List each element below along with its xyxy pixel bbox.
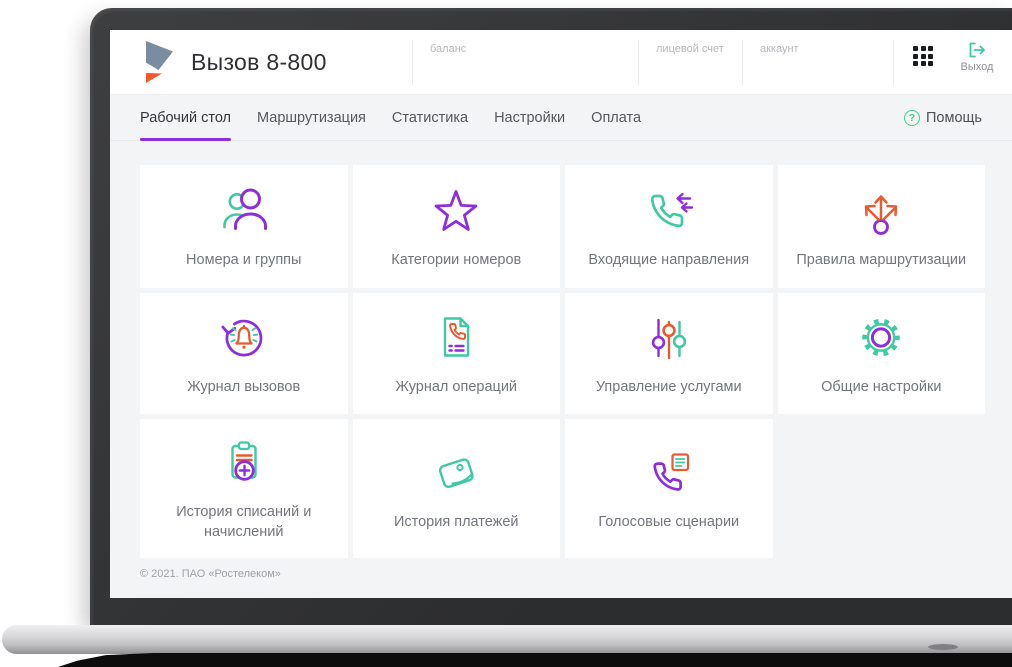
card-general-settings[interactable]: Общие настройки bbox=[777, 293, 985, 414]
clipboard-plus-icon bbox=[231, 441, 257, 482]
tab-statistics[interactable]: Статистика bbox=[392, 95, 468, 140]
empty-grid-cell bbox=[778, 419, 986, 558]
logout-icon bbox=[969, 42, 985, 58]
card-service-management[interactable]: Управление услугами bbox=[565, 293, 773, 414]
tab-desktop[interactable]: Рабочий стол bbox=[140, 95, 232, 141]
card-label: Правила маршрутизации bbox=[796, 252, 967, 269]
launcher-grid: Номера и группы Категории номеров Входящ… bbox=[140, 165, 985, 558]
star-icon bbox=[434, 190, 478, 232]
tab-settings[interactable]: Настройки bbox=[494, 95, 565, 140]
sliders-icon bbox=[651, 319, 686, 360]
card-label: Общие настройки bbox=[821, 379, 942, 396]
logout-button[interactable]: Выход bbox=[948, 42, 1006, 73]
card-label: Категории номеров bbox=[391, 252, 522, 269]
wallet-icon bbox=[439, 458, 474, 489]
card-label: История списаний и начислений bbox=[176, 504, 312, 540]
copyright-text: © 2021. ПАО «Ростелеком» bbox=[140, 568, 281, 580]
desktop-content: Номера и группы Категории номеров Входящ… bbox=[110, 141, 1012, 580]
users-icon bbox=[222, 188, 267, 231]
rostelecom-logo-icon bbox=[146, 41, 173, 83]
card-operations-log[interactable]: Журнал операций bbox=[352, 293, 560, 414]
laptop-notch bbox=[928, 644, 958, 650]
question-circle-icon: ? bbox=[903, 109, 920, 126]
brand: Вызов 8-800 bbox=[140, 40, 327, 84]
personal-account-label: лицевой счет bbox=[656, 43, 724, 55]
routing-arrows-icon bbox=[865, 195, 898, 236]
card-incoming-directions[interactable]: Входящие направления bbox=[565, 165, 773, 288]
tab-routing[interactable]: Маршрутизация bbox=[257, 95, 366, 140]
card-payments-history[interactable]: История платежей bbox=[352, 419, 560, 558]
card-label: Голосовые сценарии bbox=[598, 514, 740, 531]
card-number-categories[interactable]: Категории номеров bbox=[352, 165, 560, 288]
header-divider bbox=[638, 40, 639, 85]
card-debits-history[interactable]: История списаний и начислений bbox=[140, 419, 348, 558]
app-title: Вызов 8-800 bbox=[191, 48, 327, 75]
app-header: Вызов 8-800 баланс лицевой счет аккаунт … bbox=[110, 30, 1012, 95]
card-label: Журнал вызовов bbox=[187, 379, 301, 396]
tab-payment[interactable]: Оплата bbox=[591, 95, 641, 140]
main-tabs: Рабочий стол Маршрутизация Статистика На… bbox=[110, 95, 1012, 141]
help-label: Помощь bbox=[925, 109, 982, 126]
card-label: История платежей bbox=[393, 514, 519, 531]
card-label: Входящие направления bbox=[588, 252, 750, 269]
help-link[interactable]: ? Помощь bbox=[903, 109, 982, 126]
logout-label: Выход bbox=[960, 61, 994, 73]
apps-grid-button[interactable] bbox=[913, 46, 935, 68]
card-numbers-and-groups[interactable]: Номера и группы bbox=[140, 165, 348, 288]
laptop-base bbox=[2, 625, 1012, 654]
card-label: Журнал операций bbox=[395, 379, 518, 396]
balance-label: баланс bbox=[430, 43, 467, 55]
app-window: Вызов 8-800 баланс лицевой счет аккаунт … bbox=[110, 30, 1012, 598]
header-divider bbox=[412, 40, 413, 85]
incoming-call-icon bbox=[650, 193, 693, 228]
account-label: аккаунт bbox=[760, 43, 799, 55]
card-label: Номера и группы bbox=[186, 252, 302, 269]
header-divider bbox=[893, 40, 894, 85]
gear-icon bbox=[862, 319, 900, 357]
call-log-bell-icon bbox=[221, 319, 263, 357]
card-voice-scenarios[interactable]: Голосовые сценарии bbox=[565, 419, 773, 558]
header-divider bbox=[742, 40, 743, 85]
card-label: Управление услугами bbox=[595, 379, 742, 396]
card-call-log[interactable]: Журнал вызовов bbox=[140, 293, 348, 414]
operations-document-icon bbox=[444, 317, 470, 357]
laptop-base-shadow bbox=[58, 653, 1012, 667]
voice-script-icon bbox=[653, 453, 689, 492]
card-routing-rules[interactable]: Правила маршрутизации bbox=[777, 165, 985, 288]
